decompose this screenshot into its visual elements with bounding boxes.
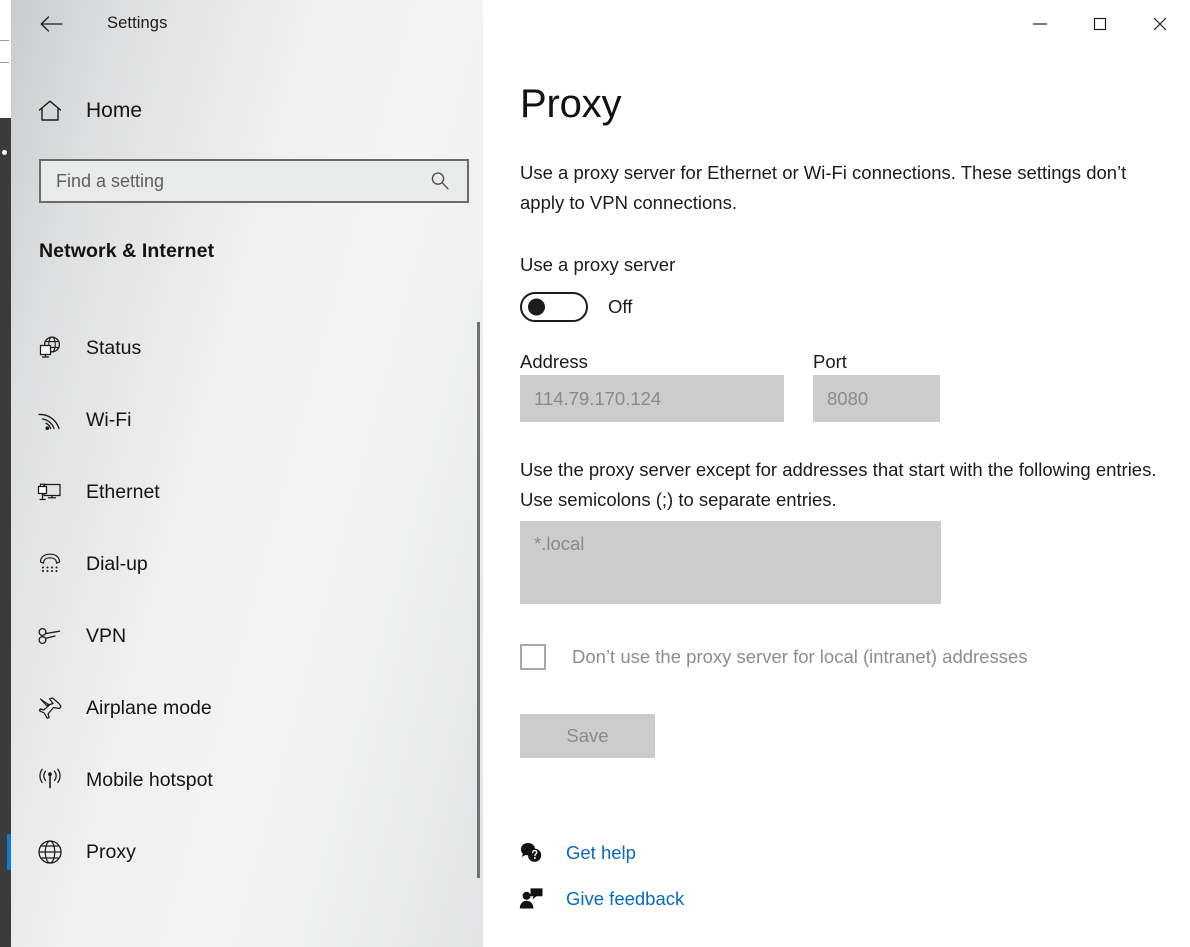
sidebar-item-proxy[interactable]: Proxy bbox=[7, 816, 483, 888]
close-button[interactable] bbox=[1130, 0, 1190, 48]
window-controls bbox=[980, 0, 1190, 48]
sidebar: Settings Home Find a setting Network & I… bbox=[7, 0, 483, 947]
get-help-link[interactable]: Get help bbox=[518, 840, 636, 866]
sidebar-item-home[interactable]: Home bbox=[28, 90, 458, 132]
sidebar-item-airplane-mode[interactable]: Airplane mode bbox=[11, 672, 483, 744]
page-description: Use a proxy server for Ethernet or Wi-Fi… bbox=[520, 162, 1127, 213]
wifi-icon bbox=[28, 408, 72, 432]
sidebar-item-label: Airplane mode bbox=[86, 696, 212, 719]
address-label: Address bbox=[520, 351, 588, 372]
sidebar-home-label: Home bbox=[86, 99, 143, 122]
maximize-button[interactable] bbox=[1070, 0, 1130, 48]
give-feedback-link[interactable]: Give feedback bbox=[518, 886, 684, 912]
save-button[interactable]: Save bbox=[520, 714, 655, 758]
port-input[interactable]: 8080 bbox=[813, 375, 940, 422]
minimize-icon bbox=[1033, 23, 1047, 25]
toggle-knob bbox=[528, 298, 545, 316]
address-input[interactable]: 114.79.170.124 bbox=[520, 375, 784, 422]
hotspot-icon bbox=[28, 768, 72, 792]
sidebar-item-ethernet[interactable]: Ethernet bbox=[11, 456, 483, 528]
question-bubble-icon bbox=[518, 840, 548, 866]
page-title: Proxy bbox=[520, 82, 622, 126]
globe-icon bbox=[28, 838, 72, 866]
exceptions-textarea[interactable]: *.local bbox=[520, 521, 941, 604]
sidebar-scrollbar[interactable] bbox=[477, 322, 480, 878]
sidebar-item-mobile-hotspot[interactable]: Mobile hotspot bbox=[11, 744, 483, 816]
back-arrow-icon bbox=[40, 16, 63, 32]
sidebar-nav-list: Status Wi-Fi Ethernet Dial-up VPN Airpla… bbox=[7, 312, 483, 888]
app-title: Settings bbox=[107, 14, 168, 32]
airplane-icon bbox=[28, 695, 72, 721]
home-icon bbox=[28, 99, 72, 123]
background-strip-line bbox=[0, 62, 9, 63]
main-content: Proxy Use a proxy server for Ethernet or… bbox=[483, 0, 1190, 947]
toggle-state-label: Off bbox=[608, 296, 633, 317]
sidebar-item-label: Mobile hotspot bbox=[86, 768, 213, 791]
search-placeholder-text: Find a setting bbox=[56, 170, 165, 191]
sidebar-item-label: Status bbox=[86, 336, 142, 359]
background-strip-line bbox=[0, 40, 9, 41]
sidebar-item-dialup[interactable]: Dial-up bbox=[11, 528, 483, 600]
sidebar-section-title: Network & Internet bbox=[39, 240, 215, 262]
sidebar-item-label: Dial-up bbox=[86, 552, 148, 575]
settings-window: Settings Home Find a setting Network & I… bbox=[0, 0, 1190, 947]
minimize-button[interactable] bbox=[1010, 0, 1070, 48]
dialup-phone-icon bbox=[28, 552, 72, 576]
sidebar-item-vpn[interactable]: VPN bbox=[11, 600, 483, 672]
person-feedback-icon bbox=[518, 886, 548, 912]
close-icon bbox=[1153, 17, 1167, 31]
bypass-local-row[interactable]: Don’t use the proxy server for local (in… bbox=[520, 644, 1028, 670]
globe-monitor-icon bbox=[28, 335, 72, 361]
sidebar-item-status[interactable]: Status bbox=[11, 312, 483, 384]
give-feedback-label: Give feedback bbox=[566, 888, 685, 909]
sidebar-item-label: Proxy bbox=[86, 840, 136, 863]
search-input[interactable]: Find a setting bbox=[39, 159, 469, 203]
selection-indicator bbox=[7, 834, 11, 870]
background-strip-dot bbox=[2, 150, 7, 155]
use-proxy-server-toggle[interactable] bbox=[520, 292, 588, 322]
port-label: Port bbox=[813, 351, 847, 372]
sidebar-item-wifi[interactable]: Wi-Fi bbox=[11, 384, 483, 456]
sidebar-item-label: VPN bbox=[86, 624, 127, 647]
sidebar-item-label: Wi-Fi bbox=[86, 408, 132, 431]
background-window-dark-panel bbox=[0, 118, 11, 947]
vpn-key-icon bbox=[28, 624, 72, 648]
bypass-local-label: Don’t use the proxy server for local (in… bbox=[572, 646, 1028, 667]
sidebar-titlebar: Settings bbox=[11, 0, 483, 48]
get-help-label: Get help bbox=[566, 842, 636, 863]
sidebar-item-label: Ethernet bbox=[86, 480, 160, 503]
ethernet-icon bbox=[28, 480, 72, 504]
bypass-local-checkbox[interactable] bbox=[520, 644, 546, 670]
proxy-toggle-label: Use a proxy server bbox=[520, 254, 676, 275]
exceptions-description: Use the proxy server except for addresse… bbox=[520, 459, 1157, 510]
search-icon[interactable] bbox=[429, 170, 451, 192]
proxy-toggle-row: Off bbox=[520, 292, 632, 322]
background-window-strip bbox=[0, 0, 11, 947]
back-button[interactable] bbox=[28, 6, 74, 42]
maximize-icon bbox=[1093, 17, 1107, 31]
